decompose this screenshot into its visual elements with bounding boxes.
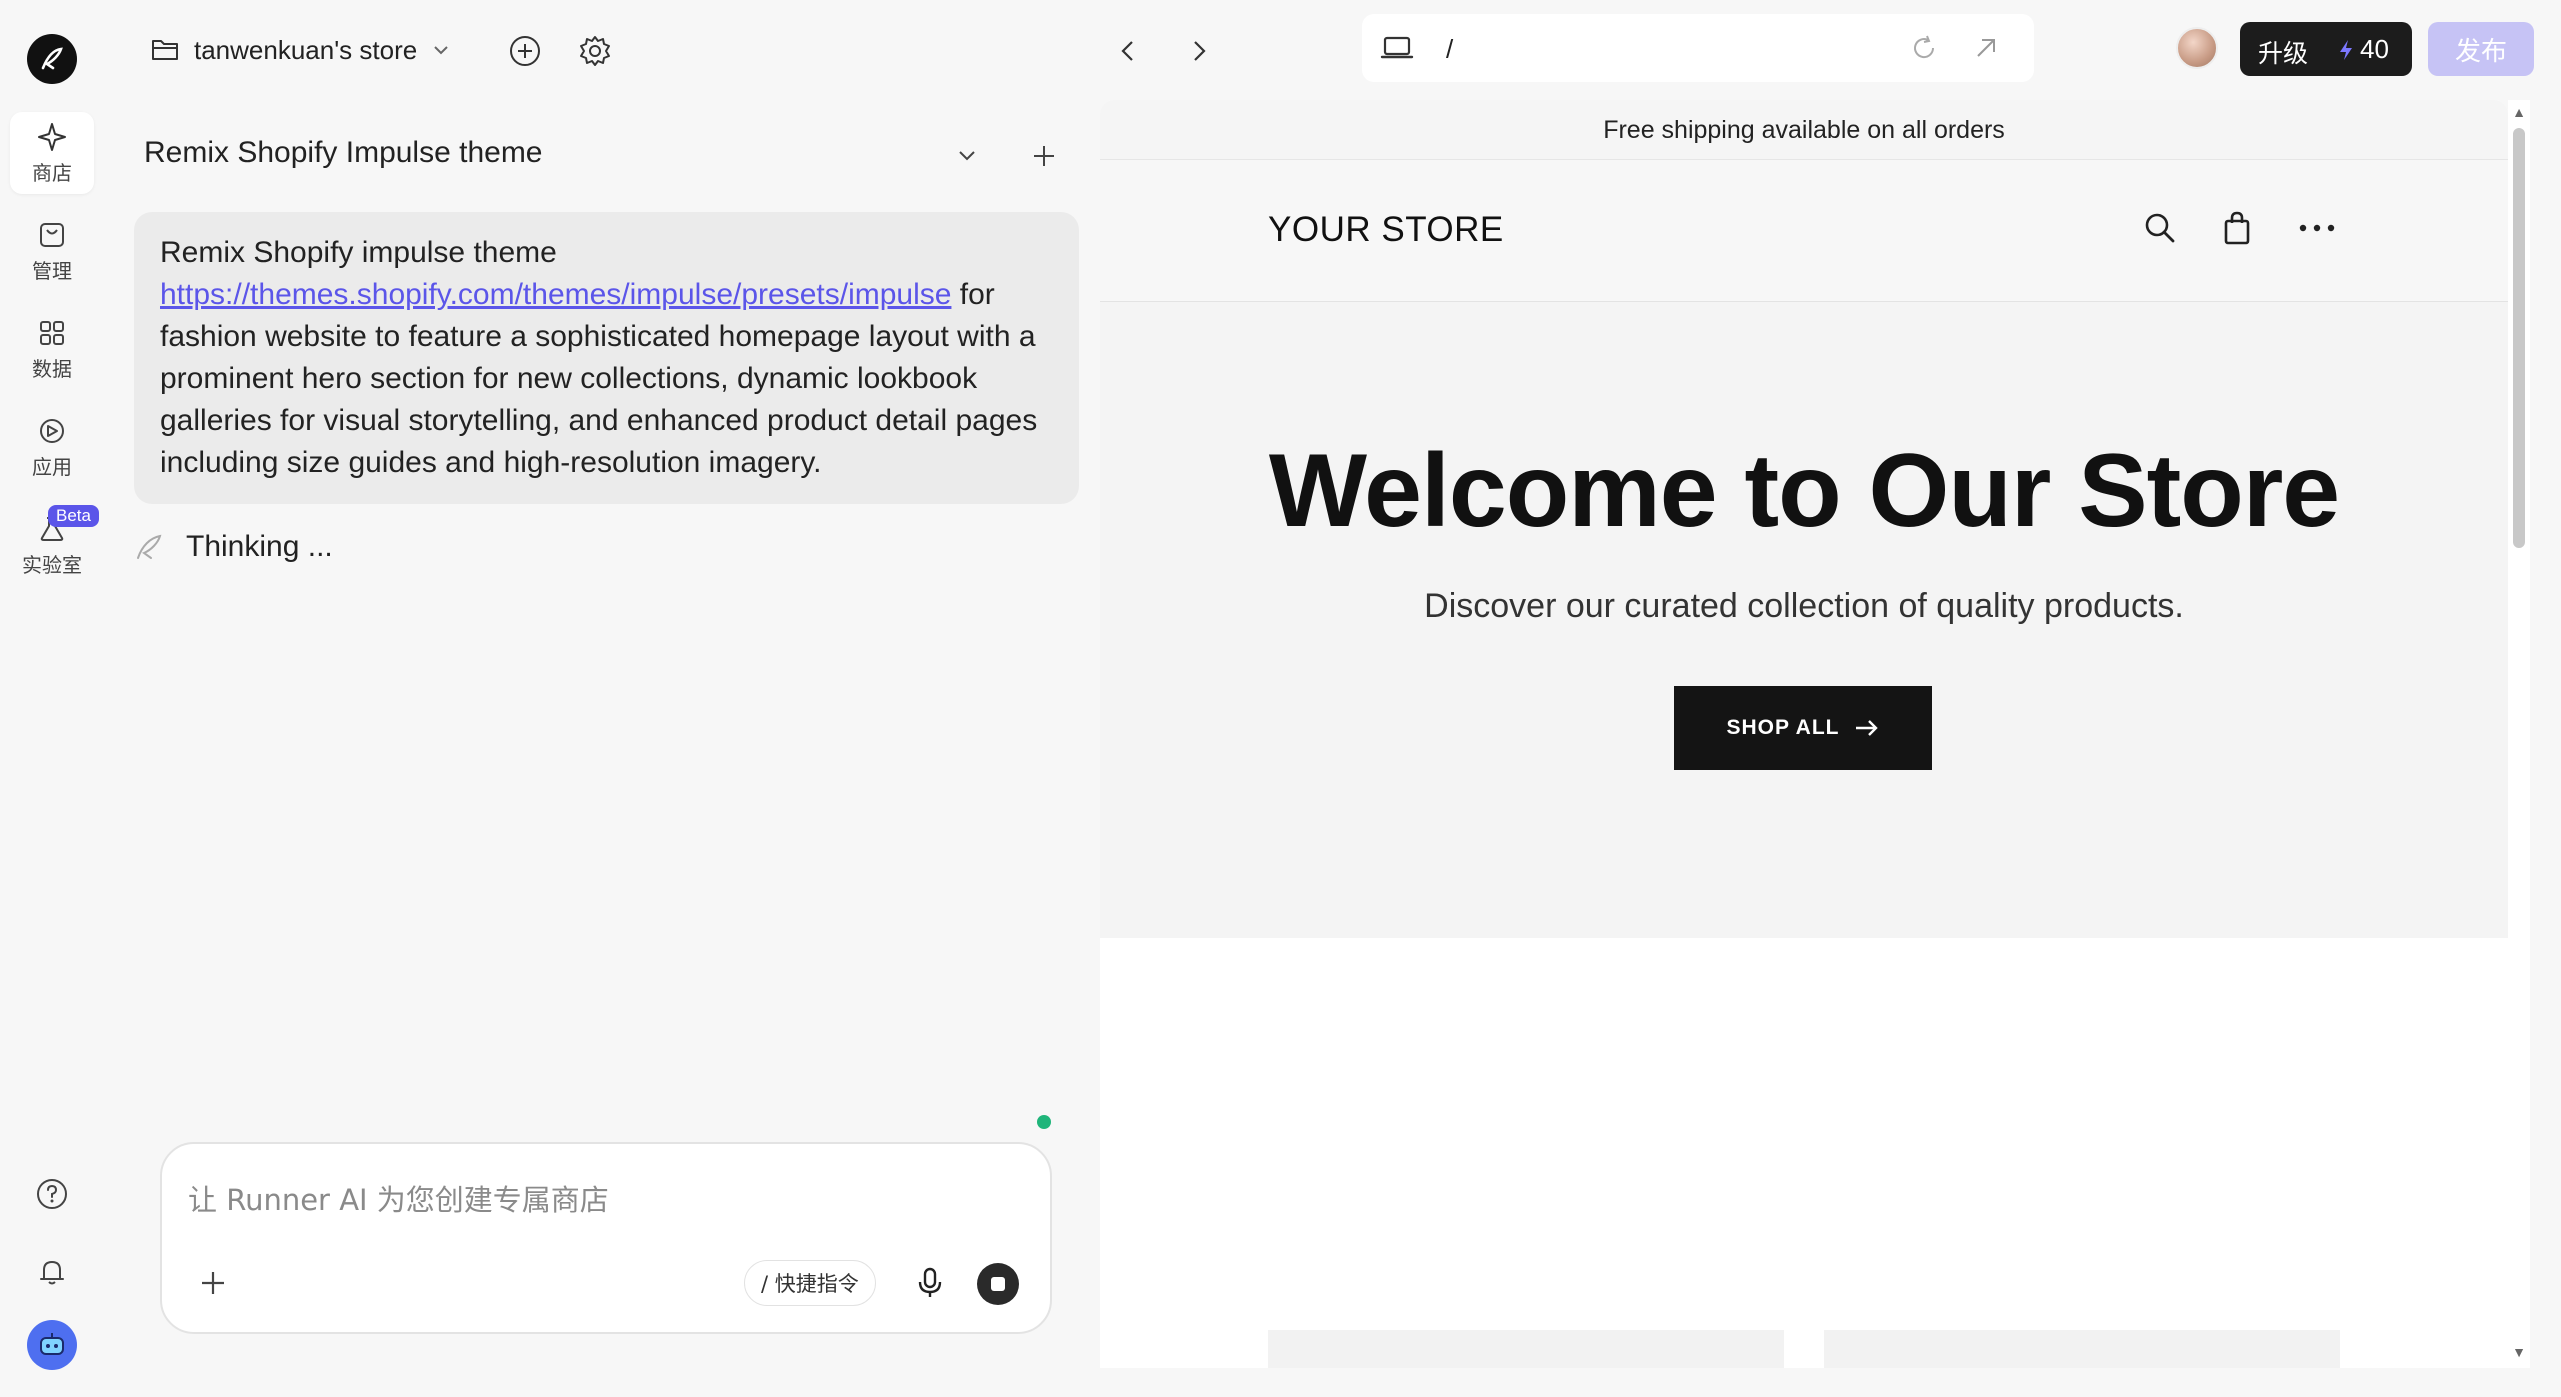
shopping-bag-icon xyxy=(40,222,64,247)
left-rail: 商店 管理 数据 应用 实验室 Beta xyxy=(0,0,104,1397)
store-header: YOUR STORE xyxy=(1100,160,2508,302)
plus-circle-icon xyxy=(510,36,540,66)
rail-item-label: 实验室 xyxy=(22,552,82,577)
user-avatar[interactable] xyxy=(27,1320,77,1370)
forward-button[interactable] xyxy=(1174,26,1224,76)
chevron-down-icon xyxy=(434,46,448,55)
folder-icon xyxy=(152,40,178,60)
product-card[interactable] xyxy=(1824,1330,2340,1368)
publish-button[interactable]: 发布 xyxy=(2428,22,2534,76)
rail-item-apps[interactable]: 应用 xyxy=(10,406,94,488)
chevron-down-icon[interactable] xyxy=(954,142,980,168)
store-search-button[interactable] xyxy=(2136,204,2184,252)
help-button[interactable] xyxy=(28,1170,76,1218)
credits: 40 xyxy=(2336,34,2389,65)
rail-item-label: 应用 xyxy=(32,454,72,479)
sparkle-icon xyxy=(38,122,66,151)
open-external-icon[interactable] xyxy=(1972,34,2000,62)
hero-subtitle: Discover our curated collection of quali… xyxy=(1424,587,2184,625)
message-link[interactable]: https://themes.shopify.com/themes/impuls… xyxy=(160,278,951,311)
account-avatar[interactable] xyxy=(2176,27,2218,69)
upgrade-label: 升级 xyxy=(2258,39,2309,68)
store-selector[interactable]: tanwenkuan's store xyxy=(150,28,451,72)
notifications-button[interactable] xyxy=(28,1248,76,1296)
chevron-left-icon xyxy=(1121,41,1133,61)
url-path: / xyxy=(1446,34,1454,64)
lightning-icon xyxy=(2340,39,2352,60)
store-preview: Free shipping available on all orders YO… xyxy=(1100,100,2508,1368)
scroll-down-arrow[interactable]: ▼ xyxy=(2511,1344,2527,1360)
user-avatar-icon xyxy=(40,1333,64,1355)
preview-scroll-thumb[interactable] xyxy=(2513,128,2525,548)
upgrade-button[interactable]: 升级 40 xyxy=(2240,22,2412,76)
stop-button-icon[interactable] xyxy=(976,1262,1020,1306)
help-icon xyxy=(37,1179,67,1209)
credits-count: 40 xyxy=(2360,34,2389,64)
rail-item-label: 商店 xyxy=(32,160,72,185)
chevron-right-icon xyxy=(1194,41,1206,61)
message-line1: Remix Shopify impulse theme xyxy=(160,236,557,269)
store-name: tanwenkuan's store xyxy=(194,34,418,65)
store-cart-button[interactable] xyxy=(2213,204,2261,252)
bell-icon xyxy=(40,1261,64,1285)
search-icon xyxy=(2145,213,2175,243)
chat-title: Remix Shopify Impulse theme xyxy=(144,136,543,169)
arrow-right-icon xyxy=(1855,720,1878,736)
microphone-icon[interactable] xyxy=(914,1266,946,1300)
rail-item-label: 管理 xyxy=(32,258,72,283)
store-menu-button[interactable] xyxy=(2293,204,2341,252)
bag-icon xyxy=(2224,211,2250,245)
runner-logo-icon xyxy=(41,47,63,70)
scroll-up-arrow[interactable]: ▲ xyxy=(2511,104,2527,120)
hero-title: Welcome to Our Store xyxy=(1268,433,2340,549)
shop-all-button[interactable]: SHOP ALL xyxy=(1674,686,1932,770)
thinking-text: Thinking ... xyxy=(186,530,333,563)
status-dot xyxy=(1037,1115,1051,1129)
apps-icon xyxy=(40,418,64,443)
chat-input[interactable] xyxy=(188,1178,1008,1222)
announcement-bar: Free shipping available on all orders xyxy=(1100,100,2508,160)
shortcut-commands-button[interactable]: / 快捷指令 xyxy=(744,1260,876,1306)
rail-item-data[interactable]: 数据 xyxy=(10,308,94,390)
rail-item-manage[interactable]: 管理 xyxy=(10,210,94,292)
runner-logo-icon xyxy=(137,534,162,559)
store-logo[interactable]: YOUR STORE xyxy=(1268,210,1504,250)
chat-input-box: / 快捷指令 xyxy=(160,1142,1052,1334)
gear-icon xyxy=(580,36,610,66)
rail-item-label: 数据 xyxy=(32,356,72,381)
app-logo[interactable] xyxy=(27,34,77,84)
settings-button[interactable] xyxy=(570,26,620,76)
refresh-icon[interactable] xyxy=(1910,34,1938,62)
more-horizontal-icon xyxy=(2299,224,2335,232)
hero-section: Welcome to Our Store Discover our curate… xyxy=(1100,302,2508,938)
user-message: Remix Shopify impulse theme https://them… xyxy=(134,212,1079,504)
shop-all-label: SHOP ALL xyxy=(1726,716,1840,739)
add-store-button[interactable] xyxy=(500,26,550,76)
laptop-icon xyxy=(1380,36,1414,59)
app-root: 商店 管理 数据 应用 实验室 Beta tanwenkuan's store … xyxy=(0,0,2561,1397)
product-card[interactable] xyxy=(1268,1330,1784,1368)
beta-badge: Beta xyxy=(48,505,99,527)
thinking-indicator: Thinking ... xyxy=(132,530,333,564)
back-button[interactable] xyxy=(1103,26,1153,76)
preview-url-bar[interactable]: / xyxy=(1362,14,2034,82)
grid-icon xyxy=(40,320,64,345)
rail-item-store[interactable]: 商店 xyxy=(10,112,94,194)
attach-plus-icon[interactable] xyxy=(198,1268,228,1298)
new-chat-icon[interactable] xyxy=(1030,142,1058,170)
